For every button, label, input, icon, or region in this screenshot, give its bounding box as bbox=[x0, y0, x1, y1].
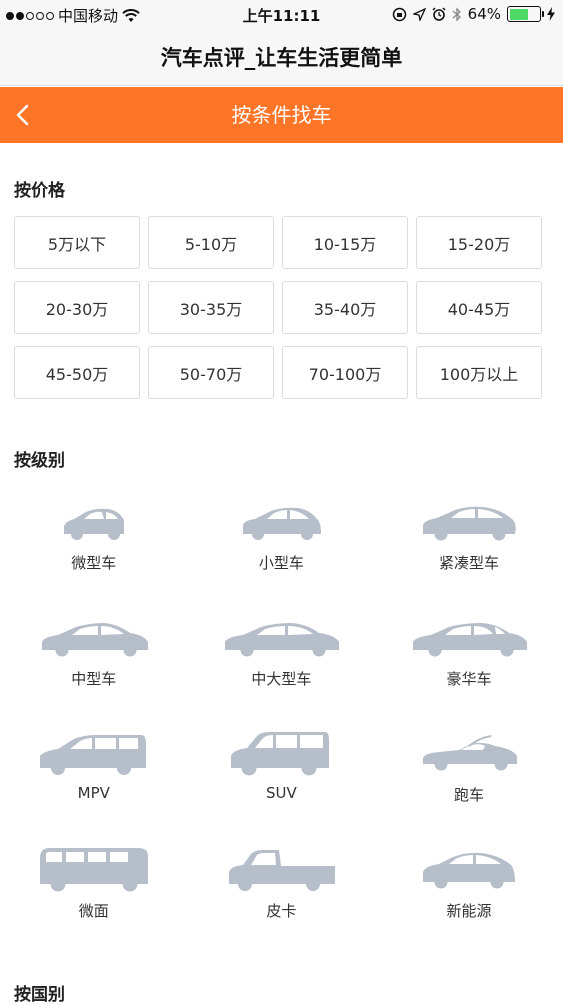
nav-title: 按条件找车 bbox=[231, 103, 332, 127]
pickup-icon bbox=[229, 850, 336, 891]
level-item[interactable]: 豪华车 bbox=[375, 606, 563, 722]
status-right: 64% bbox=[392, 5, 555, 23]
level-item-label: 新能源 bbox=[446, 902, 492, 920]
bluetooth-icon bbox=[452, 6, 461, 22]
new-energy-car-icon bbox=[422, 852, 515, 889]
sports-car-icon bbox=[422, 735, 517, 771]
price-option-button[interactable]: 100万以上 bbox=[416, 346, 542, 399]
level-item[interactable]: 皮卡 bbox=[188, 838, 376, 954]
nav-bar: 按条件找车 bbox=[0, 87, 563, 143]
battery-percent: 64% bbox=[467, 5, 501, 23]
price-option-button[interactable]: 40-45万 bbox=[416, 281, 542, 334]
level-item[interactable]: 中大型车 bbox=[188, 606, 376, 722]
level-item[interactable]: 微面 bbox=[0, 838, 188, 954]
site-title: 汽车点评_让车生活更简单 bbox=[0, 30, 563, 86]
level-item-label: 皮卡 bbox=[266, 902, 297, 920]
level-item-label: 小型车 bbox=[258, 554, 304, 572]
small-car-icon bbox=[243, 507, 322, 540]
level-item-label: 跑车 bbox=[453, 786, 484, 804]
price-option-button[interactable]: 5-10万 bbox=[148, 216, 274, 269]
level-item-label: 微面 bbox=[78, 902, 109, 920]
level-item-label: SUV bbox=[266, 784, 297, 802]
level-item-label: 中大型车 bbox=[251, 670, 312, 688]
charging-icon bbox=[547, 7, 555, 21]
battery-level bbox=[509, 8, 529, 20]
level-item[interactable]: SUV bbox=[188, 722, 376, 838]
mini-car-icon bbox=[63, 508, 124, 540]
price-option-button[interactable]: 45-50万 bbox=[14, 346, 140, 399]
level-item-label: 紧凑型车 bbox=[438, 554, 499, 572]
level-item[interactable]: 小型车 bbox=[188, 490, 376, 606]
level-section-title: 按级别 bbox=[14, 451, 65, 471]
level-item[interactable]: 跑车 bbox=[375, 722, 563, 838]
level-item-label: 微型车 bbox=[71, 554, 117, 572]
battery-icon bbox=[507, 6, 544, 22]
large-car-icon bbox=[225, 623, 340, 657]
price-option-button[interactable]: 10-15万 bbox=[282, 216, 408, 269]
orientation-lock-icon bbox=[392, 7, 406, 21]
level-item-label: 中型车 bbox=[71, 670, 117, 688]
minivan-icon bbox=[39, 848, 148, 892]
alarm-icon bbox=[432, 7, 446, 21]
location-icon bbox=[412, 7, 426, 21]
price-option-button[interactable]: 70-100万 bbox=[282, 346, 408, 399]
level-item-label: MPV bbox=[77, 784, 110, 802]
price-section-title: 按价格 bbox=[14, 181, 65, 201]
compact-car-icon bbox=[422, 506, 516, 541]
level-grid: 微型车 小型车 紧凑型车中型车 中大型车 豪华车 MPV SUV 跑车微面 皮卡 新能源 bbox=[0, 490, 563, 954]
luxury-car-icon bbox=[412, 623, 527, 657]
level-item[interactable]: 紧凑型车 bbox=[375, 490, 563, 606]
level-item-label: 豪华车 bbox=[446, 670, 492, 688]
price-option-button[interactable]: 35-40万 bbox=[282, 281, 408, 334]
level-item[interactable]: 新能源 bbox=[375, 838, 563, 954]
mpv-icon bbox=[39, 735, 146, 775]
price-option-button[interactable]: 15-20万 bbox=[416, 216, 542, 269]
midsize-car-icon bbox=[41, 623, 148, 657]
level-item[interactable]: 中型车 bbox=[0, 606, 188, 722]
price-grid: 5万以下 5-10万 10-15万 15-20万 20-30万 30-35万 35-40万 4… bbox=[14, 216, 544, 399]
level-item[interactable]: MPV bbox=[0, 722, 188, 838]
price-option-button[interactable]: 50-70万 bbox=[148, 346, 274, 399]
price-option-button[interactable]: 30-35万 bbox=[148, 281, 274, 334]
country-section-title: 按国别 bbox=[14, 985, 65, 1005]
status-bar: 中国移动 上午11:11 64% bbox=[0, 0, 563, 30]
suv-icon bbox=[231, 732, 330, 776]
price-option-button[interactable]: 20-30万 bbox=[14, 281, 140, 334]
price-option-button[interactable]: 5万以下 bbox=[14, 216, 140, 269]
level-item[interactable]: 微型车 bbox=[0, 490, 188, 606]
